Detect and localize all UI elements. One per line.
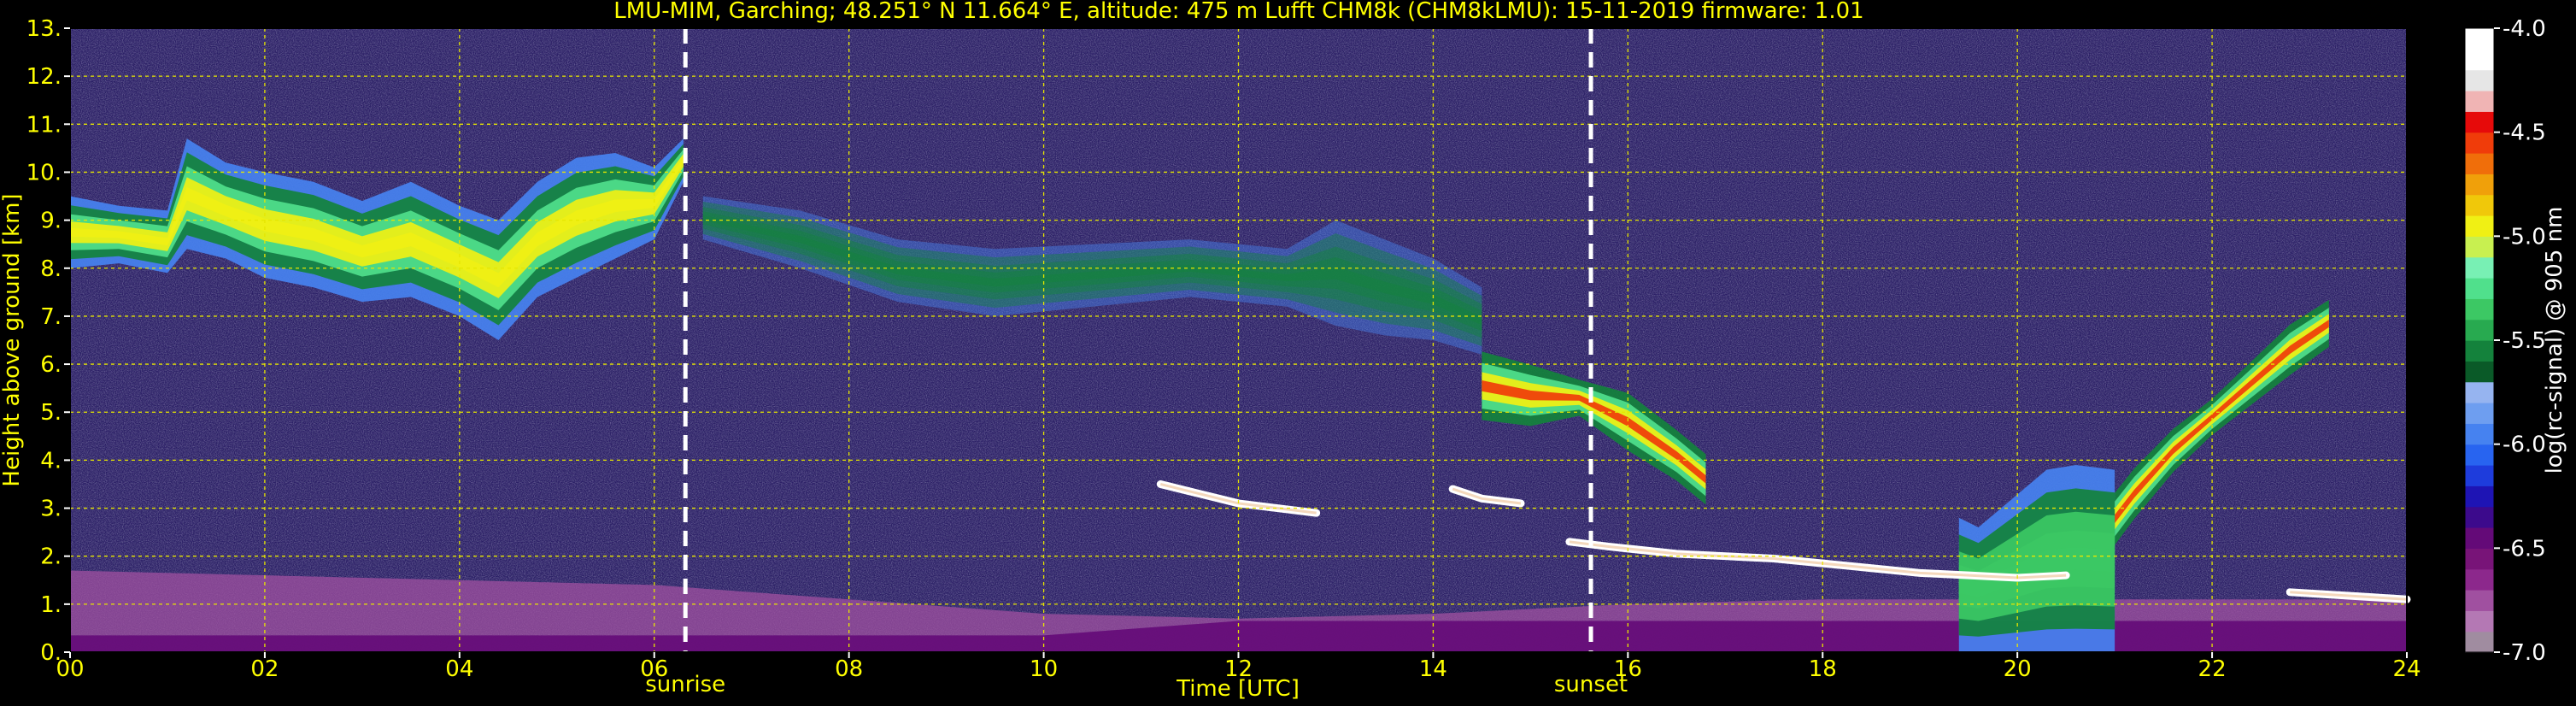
colorbar-tick-label: -5.5	[2503, 328, 2546, 354]
colorbar-swatch	[2465, 256, 2494, 279]
x-tick-label: 04	[445, 656, 473, 682]
colorbar-swatch	[2465, 91, 2494, 112]
colorbar-swatch	[2465, 28, 2494, 50]
colorbar-swatch	[2465, 194, 2494, 216]
y-tick-label: 4.	[40, 448, 62, 474]
colorbar-tick-label: -4.5	[2503, 121, 2546, 146]
colorbar-swatch	[2465, 49, 2494, 71]
colorbar-swatch	[2465, 153, 2494, 174]
colorbar-swatch	[2465, 631, 2494, 653]
y-tick-label: 3.	[40, 497, 62, 522]
chart-title: LMU-MIM, Garching; 48.251° N 11.664° E, …	[613, 0, 1863, 24]
x-tick-label: 20	[2004, 656, 2032, 682]
x-tick-label: 18	[1809, 656, 1837, 682]
colorbar-tick-label: -7.0	[2503, 640, 2546, 666]
y-tick-label: 13.	[26, 16, 62, 42]
colorbar-swatch	[2465, 423, 2494, 445]
colorbar-swatch	[2465, 132, 2494, 154]
y-axis-label: Height above ground [km]	[0, 193, 25, 486]
colorbar-tick-label: -4.0	[2503, 16, 2546, 42]
colorbar-label: log(rc-signal) @ 905 nm	[2542, 207, 2567, 474]
colorbar-swatch	[2465, 111, 2494, 133]
colorbar-swatch	[2465, 548, 2494, 570]
y-tick-label: 1.	[40, 592, 62, 618]
ceilometer-chart: LMU-MIM, Garching; 48.251° N 11.664° E, …	[0, 0, 2576, 706]
colorbar-tick-label: -6.5	[2503, 536, 2546, 562]
colorbar-swatch	[2465, 278, 2494, 299]
colorbar-swatch	[2465, 590, 2494, 611]
marker-label-sunrise: sunrise	[645, 672, 725, 697]
colorbar-swatch	[2465, 174, 2494, 196]
colorbar-swatch	[2465, 568, 2494, 591]
colorbar-swatch	[2465, 361, 2494, 383]
colorbar-swatch	[2465, 69, 2494, 91]
y-tick-label: 8.	[40, 256, 62, 282]
colorbar-swatch	[2465, 506, 2494, 528]
colorbar-swatch	[2465, 610, 2494, 632]
y-tick-label: 10.	[26, 160, 62, 185]
y-tick-label: 5.	[40, 400, 62, 426]
y-tick-label: 2.	[40, 544, 62, 570]
x-tick-label: 14	[1419, 656, 1447, 682]
colorbar-swatch	[2465, 298, 2494, 321]
y-tick-label: 12.	[26, 64, 62, 90]
y-tick-label: 6.	[40, 352, 62, 378]
x-tick-label: 00	[56, 656, 84, 682]
x-tick-label: 08	[835, 656, 863, 682]
colorbar-swatch	[2465, 444, 2494, 466]
x-axis-label: Time [UTC]	[1176, 676, 1300, 702]
marker-label-sunset: sunset	[1554, 672, 1628, 697]
colorbar-swatch	[2465, 403, 2494, 424]
colorbar-tick-label: -6.0	[2503, 432, 2546, 458]
colorbar-swatch	[2465, 236, 2494, 258]
colorbar-swatch	[2465, 319, 2494, 341]
colorbar-swatch	[2465, 381, 2494, 403]
colorbar-swatch	[2465, 215, 2494, 237]
x-tick-label: 24	[2392, 656, 2421, 682]
plot-area	[69, 27, 2411, 653]
colorbar-swatch	[2465, 340, 2494, 362]
x-tick-label: 22	[2198, 656, 2227, 682]
colorbar-swatch	[2465, 527, 2494, 549]
y-tick-label: 11.	[26, 112, 62, 138]
colorbar-tick-label: -5.0	[2503, 224, 2546, 250]
y-tick-label: 9.	[40, 209, 62, 234]
x-tick-label: 02	[250, 656, 279, 682]
colorbar-swatch	[2465, 465, 2494, 486]
x-tick-label: 10	[1030, 656, 1058, 682]
y-tick-label: 7.	[40, 304, 62, 330]
colorbar-swatch	[2465, 485, 2494, 508]
